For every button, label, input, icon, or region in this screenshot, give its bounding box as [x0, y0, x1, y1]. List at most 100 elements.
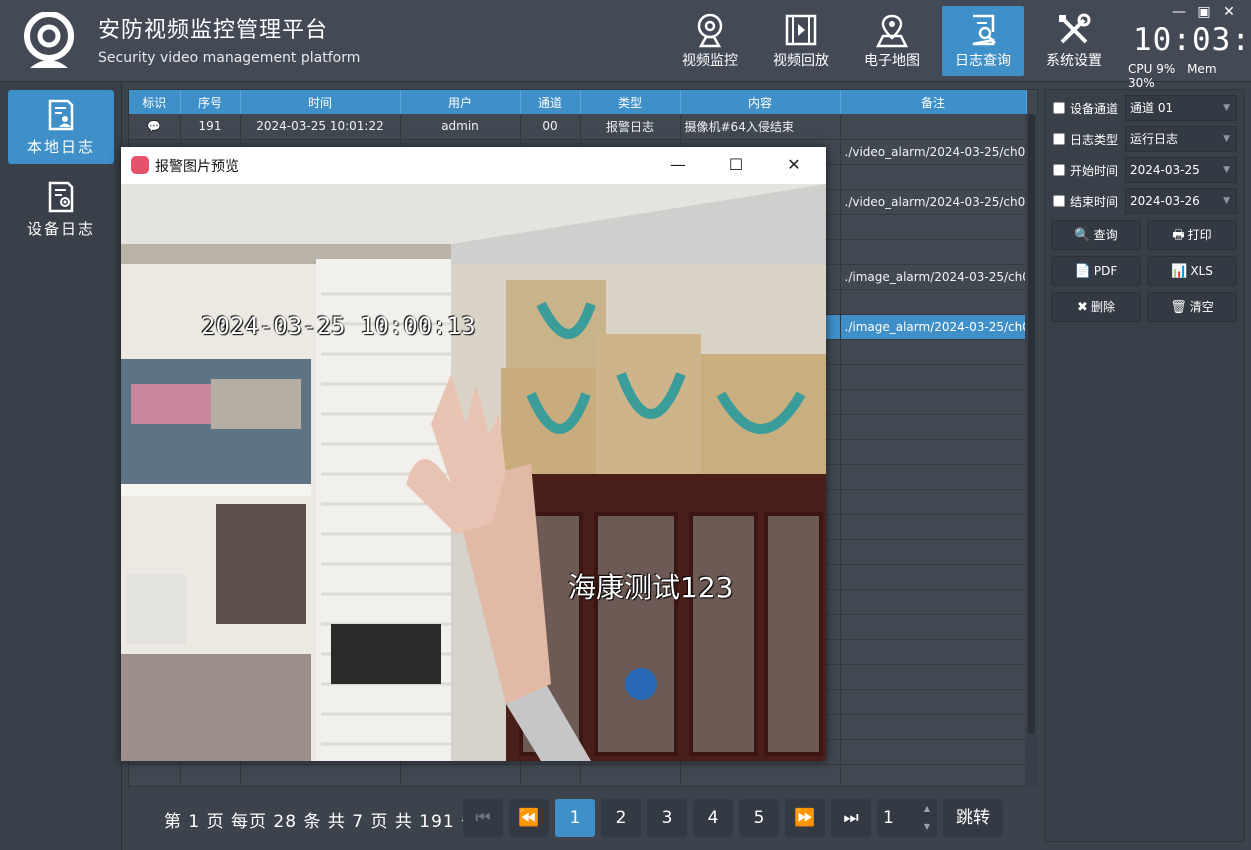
prev-page-button[interactable]: ⏪: [509, 799, 549, 837]
table-cell: [840, 514, 1027, 540]
table-cell: [240, 764, 401, 786]
column-header[interactable]: 备注: [840, 90, 1027, 114]
nav-system-settings[interactable]: 系统设置: [1033, 6, 1115, 76]
dialog-minimize-button[interactable]: —: [656, 151, 700, 179]
table-cell: [180, 764, 241, 786]
channel-select[interactable]: 通道 01 ▼: [1125, 95, 1237, 121]
end-date-picker[interactable]: 2024-03-26 ▼: [1125, 188, 1237, 214]
filter-checkbox[interactable]: [1053, 102, 1065, 114]
column-header[interactable]: 内容: [680, 90, 841, 114]
table-cell: [840, 764, 1027, 786]
column-header[interactable]: 用户: [400, 90, 521, 114]
table-cell: admin: [400, 114, 521, 140]
jump-button[interactable]: 跳转: [943, 799, 1003, 837]
table-cell: [840, 289, 1027, 315]
device-log-icon: [48, 181, 74, 213]
table-cell: [580, 764, 681, 786]
sidebar-item-local-log[interactable]: 本地日志: [8, 90, 114, 164]
table-cell: 00: [520, 114, 581, 140]
clear-button[interactable]: 🗑 清空: [1147, 292, 1237, 322]
filter-label: 结束时间: [1070, 195, 1119, 209]
dialog-title: 报警图片预览: [155, 159, 239, 175]
page-button-4[interactable]: 4: [693, 799, 733, 837]
button-label: PDF: [1093, 264, 1118, 278]
app-subtitle: Security video management platform: [98, 50, 361, 66]
table-cell: ./video_alarm/2024-03-25/ch02_: [840, 139, 1027, 165]
table-cell: [840, 164, 1027, 190]
print-button[interactable]: 🖶 打印: [1147, 220, 1237, 250]
film-icon: [785, 14, 817, 46]
column-header[interactable]: 通道: [520, 90, 581, 114]
spin-down-icon[interactable]: ▼: [918, 818, 936, 836]
filter-checkbox[interactable]: [1053, 195, 1065, 207]
start-date-picker[interactable]: 2024-03-25 ▼: [1125, 157, 1237, 183]
page-button-3[interactable]: 3: [647, 799, 687, 837]
table-cell: [840, 639, 1027, 665]
filter-checkbox[interactable]: [1053, 133, 1065, 145]
page-button-1[interactable]: 1: [555, 799, 595, 837]
printer-icon: 🖶: [1172, 228, 1185, 243]
button-label: 删除: [1090, 300, 1115, 314]
page-button-5[interactable]: 5: [739, 799, 779, 837]
close-button[interactable]: ✕: [1218, 4, 1240, 20]
column-header[interactable]: 标识: [129, 90, 181, 114]
nav-log-query[interactable]: 日志查询: [942, 6, 1024, 76]
query-button[interactable]: 🔍 查询: [1051, 220, 1141, 250]
table-row[interactable]: 💬 191 2024-03-25 10:01:22 admin 00 报警日志 摄像机#64…: [129, 114, 1027, 140]
filter-start-time: 开始时间 2024-03-25 ▼: [1053, 157, 1243, 183]
export-pdf-button[interactable]: 📄 PDF: [1051, 256, 1141, 286]
table-cell: [840, 489, 1027, 515]
map-icon: [875, 14, 909, 48]
table-cell: ./image_alarm/2024-03-25/ch02: [840, 264, 1027, 290]
page-button-2[interactable]: 2: [601, 799, 641, 837]
first-page-button[interactable]: ⏮: [463, 799, 503, 837]
table-row[interactable]: [129, 764, 1027, 786]
dialog-maximize-button[interactable]: ☐: [714, 151, 758, 179]
filter-label: 日志类型: [1070, 133, 1119, 147]
export-xls-button[interactable]: 📊 XLS: [1147, 256, 1237, 286]
filter-label: 设备通道: [1070, 102, 1119, 116]
trash-icon: 🗑: [1170, 300, 1187, 315]
nav-e-map[interactable]: 电子地图: [851, 6, 933, 76]
nav-video-playback[interactable]: 视频回放: [760, 6, 842, 76]
column-header[interactable]: 类型: [580, 90, 681, 114]
table-scrollbar[interactable]: [1025, 114, 1038, 787]
scrollbar-thumb[interactable]: [1028, 114, 1035, 734]
tools-icon: [1059, 13, 1091, 44]
xls-icon: 📊: [1171, 264, 1188, 279]
select-value: 2024-03-26: [1130, 194, 1200, 208]
filter-log-type: 日志类型 运行日志 ▼: [1053, 126, 1243, 152]
table-cell: [840, 439, 1027, 465]
column-header[interactable]: 时间: [240, 90, 401, 114]
table-cell: [680, 764, 841, 786]
table-cell: [840, 239, 1027, 265]
nav-label: 日志查询: [955, 53, 1011, 69]
table-cell: [840, 664, 1027, 690]
alarm-image-preview-dialog: 报警图片预览 — ☐ ✕ 2024-03-25 10:00:13 海康测试123: [121, 147, 826, 761]
column-header[interactable]: 序号: [180, 90, 241, 114]
row-flag-cell: [129, 764, 181, 786]
app-title: 安防视频监控管理平台: [98, 18, 329, 43]
log-type-select[interactable]: 运行日志 ▼: [1125, 126, 1237, 152]
dialog-titlebar[interactable]: 报警图片预览 — ☐ ✕: [121, 147, 826, 184]
filter-checkbox[interactable]: [1053, 164, 1065, 176]
maximize-button[interactable]: ▣: [1193, 4, 1215, 20]
last-page-button[interactable]: ⏭: [831, 799, 871, 837]
webcam-logo-icon: [24, 12, 74, 68]
filter-panel: 设备通道 通道 01 ▼ 日志类型 运行日志 ▼ 开始时间 2024-03-25 ▼ …: [1044, 89, 1245, 842]
select-value: 2024-03-25: [1130, 163, 1200, 177]
pdf-icon: 📄: [1074, 264, 1091, 279]
minimize-button[interactable]: —: [1168, 4, 1190, 20]
table-cell: [840, 539, 1027, 565]
delete-button[interactable]: ✖ 删除: [1051, 292, 1141, 322]
dialog-close-button[interactable]: ✕: [772, 151, 816, 179]
next-page-button[interactable]: ⏩: [785, 799, 825, 837]
table-cell: 摄像机#64入侵结束: [680, 114, 841, 140]
nav-video-monitor[interactable]: 视频监控: [669, 6, 751, 76]
table-cell: [840, 464, 1027, 490]
sidebar-item-device-log[interactable]: 设备日志: [8, 172, 114, 246]
button-label: XLS: [1190, 264, 1213, 278]
spin-up-icon[interactable]: ▲: [918, 800, 936, 818]
search-icon: 🔍: [1074, 228, 1091, 243]
chevron-down-icon: ▼: [1223, 134, 1230, 144]
